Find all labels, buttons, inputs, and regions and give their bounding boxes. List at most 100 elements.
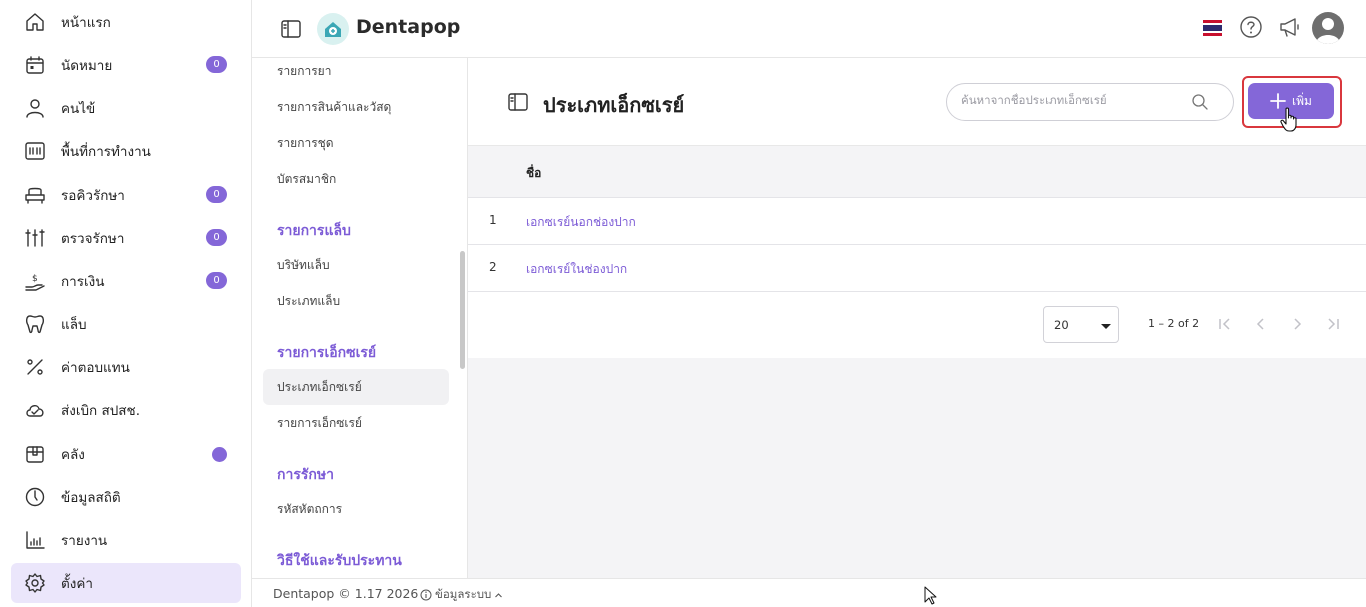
announcement-megaphone-icon[interactable]: [1278, 15, 1302, 39]
nav-item-finance[interactable]: $ การเงิน 0: [11, 261, 241, 301]
table-header: ชื่อ: [468, 147, 1366, 198]
search-input[interactable]: [961, 93, 1191, 107]
queue-count-badge: 0: [206, 186, 227, 203]
nav-label: คนไข้: [61, 101, 96, 117]
search-box: [946, 83, 1234, 121]
submenu-item-xray-types[interactable]: ประเภทเอ็กซเรย์: [277, 378, 362, 397]
nav-item-statistics[interactable]: ข้อมูลสถิติ: [11, 477, 241, 517]
user-avatar[interactable]: [1312, 12, 1344, 44]
home-icon: [23, 10, 47, 34]
nav-item-appointments[interactable]: นัดหมาย 0: [11, 45, 241, 85]
nav-item-lab[interactable]: แล็บ: [11, 304, 241, 344]
brand-name: Dentapop: [356, 16, 461, 38]
chevron-up-icon: [494, 591, 503, 600]
nav-item-inventory[interactable]: คลัง: [11, 434, 241, 474]
mouse-pointer-icon: [924, 586, 938, 606]
paginator: 20 1 – 2 of 2: [468, 292, 1366, 358]
nav-label: ส่งเบิก สปสช.: [61, 403, 140, 419]
dropdown-caret-icon: [1101, 324, 1111, 329]
cloud-check-icon: [23, 398, 47, 422]
system-info-link[interactable]: ข้อมูลระบบ: [420, 586, 503, 604]
top-bar: Dentapop: [252, 0, 1366, 58]
submenu-item-lab-companies[interactable]: บริษัทแล็บ: [277, 256, 330, 275]
row-name-link[interactable]: เอกซเรย์นอกช่องปาก: [526, 213, 636, 232]
submenu-item-sets[interactable]: รายการชุด: [277, 134, 334, 153]
next-page-icon[interactable]: [1287, 314, 1307, 334]
nav-label: ข้อมูลสถิติ: [61, 490, 121, 506]
nav-item-compensation[interactable]: ค่าตอบแทน: [11, 347, 241, 387]
page-title: ประเภทเอ็กซเรย์: [543, 93, 685, 117]
nav-item-reports[interactable]: รายงาน: [11, 520, 241, 560]
nav-label: แล็บ: [61, 317, 87, 333]
percent-icon: [23, 355, 47, 379]
row-name-link[interactable]: เอกซเรย์ในช่องปาก: [526, 260, 627, 279]
nav-label: คลัง: [61, 447, 85, 463]
info-icon: [420, 589, 432, 601]
table-row[interactable]: 2 เอกซเรย์ในช่องปาก: [468, 245, 1366, 292]
submenu-heading-xray: รายการเอ็กซเรย์: [277, 345, 377, 361]
hand-cursor-icon: [1280, 107, 1300, 133]
dental-tools-icon: [23, 226, 47, 250]
gear-icon: [23, 571, 47, 595]
table-row[interactable]: 1 เอกซเรย์นอกช่องปาก: [468, 198, 1366, 245]
queue-chair-icon: [23, 183, 47, 207]
nav-item-patients[interactable]: คนไข้: [11, 88, 241, 128]
brand-logo-icon: [317, 13, 349, 45]
nav-label: ค่าตอบแทน: [61, 360, 130, 376]
nav-label: หน้าแรก: [61, 15, 111, 31]
bar-chart-icon: [23, 528, 47, 552]
finance-count-badge: 0: [206, 272, 227, 289]
nav-label: การเงิน: [61, 274, 105, 290]
page-header: ประเภทเอ็กซเรย์ เพิ่ม: [468, 58, 1366, 146]
inventory-status-dot: [212, 447, 227, 462]
treatment-count-badge: 0: [206, 229, 227, 246]
row-index: 1: [489, 213, 497, 227]
nav-label: รายงาน: [61, 533, 108, 549]
tooth-icon: [23, 312, 47, 336]
nav-item-settings[interactable]: ตั้งค่า: [11, 563, 241, 603]
panel-toggle-icon[interactable]: [507, 91, 529, 113]
submenu-heading-treatment: การรักษา: [277, 467, 334, 483]
money-hand-icon: $: [23, 269, 47, 293]
nav-label: พื้นที่การทำงาน: [61, 144, 151, 160]
submenu-item-drugs[interactable]: รายการยา: [277, 62, 331, 81]
page-size-value: 20: [1054, 318, 1069, 332]
submenu-heading-lab: รายการแล็บ: [277, 223, 351, 239]
svg-text:$: $: [32, 274, 38, 284]
submenu-scrollbar[interactable]: [460, 251, 465, 369]
submenu-item-member-cards[interactable]: บัตรสมาชิก: [277, 170, 336, 189]
submenu-item-products[interactable]: รายการสินค้าและวัสดุ: [277, 98, 391, 117]
last-page-icon[interactable]: [1323, 314, 1343, 334]
nav-label: รอคิวรักษา: [61, 188, 125, 204]
help-icon[interactable]: [1239, 15, 1263, 39]
calendar-icon: [23, 53, 47, 77]
submenu-heading-usage: วิธีใช้และรับประทาน: [277, 553, 402, 569]
nav-label: นัดหมาย: [61, 58, 113, 74]
nav-item-claims[interactable]: ส่งเบิก สปสช.: [11, 390, 241, 430]
appointments-count-badge: 0: [206, 56, 227, 73]
submenu-item-lab-types[interactable]: ประเภทแล็บ: [277, 292, 340, 311]
nav-item-home[interactable]: หน้าแรก: [11, 2, 241, 42]
nav-item-queue[interactable]: รอคิวรักษา 0: [11, 175, 241, 215]
gauge-icon: [23, 485, 47, 509]
first-page-icon[interactable]: [1215, 314, 1235, 334]
prev-page-icon[interactable]: [1251, 314, 1271, 334]
box-icon: [23, 442, 47, 466]
nav-label: ตั้งค่า: [61, 576, 93, 592]
nav-item-treatment[interactable]: ตรวจรักษา 0: [11, 218, 241, 258]
system-info-label: ข้อมูลระบบ: [435, 587, 492, 601]
sidebar-toggle-icon[interactable]: [280, 18, 302, 40]
footer-copyright: Dentapop © 1.17 2026: [273, 586, 419, 601]
footer: Dentapop © 1.17 2026 ข้อมูลระบบ: [252, 578, 1366, 607]
search-icon[interactable]: [1191, 93, 1209, 111]
user-icon: [23, 96, 47, 120]
page-size-select[interactable]: 20: [1043, 306, 1119, 343]
submenu-item-xray-list[interactable]: รายการเอ็กซเรย์: [277, 414, 362, 433]
submenu-item-procedure-codes[interactable]: รหัสหัตถการ: [277, 500, 342, 519]
nav-item-workspace[interactable]: พื้นที่การทำงาน: [11, 131, 241, 171]
column-header-name[interactable]: ชื่อ: [526, 164, 541, 183]
left-sidebar: หน้าแรก นัดหมาย 0 คนไข้ พื้นที่การทำงาน …: [0, 0, 252, 607]
nav-label: ตรวจรักษา: [61, 231, 125, 247]
thai-flag-icon[interactable]: [1203, 20, 1222, 36]
row-index: 2: [489, 260, 497, 274]
